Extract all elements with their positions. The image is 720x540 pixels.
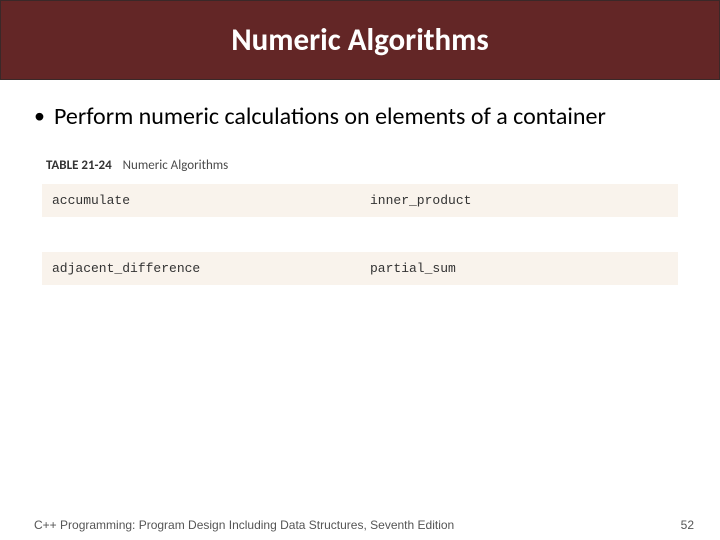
table-row	[42, 218, 678, 252]
slide-title: Numeric Algorithms	[231, 21, 489, 59]
table-title: Numeric Algorithms	[123, 158, 229, 173]
algorithms-table: accumulate inner_product adjacent_differ…	[42, 183, 678, 286]
table-cell	[42, 218, 360, 252]
bullet-item: Perform numeric calculations on elements…	[30, 102, 690, 132]
bullet-list: Perform numeric calculations on elements…	[30, 102, 690, 132]
page-number: 52	[681, 518, 694, 532]
table-cell: adjacent_difference	[42, 252, 360, 286]
book-title: C++ Programming: Program Design Includin…	[34, 518, 454, 532]
table-figure: TABLE 21-24 Numeric Algorithms accumulat…	[42, 158, 678, 286]
table-cell: accumulate	[42, 184, 360, 218]
table-number: TABLE 21-24	[46, 158, 112, 173]
table-cell: partial_sum	[360, 252, 678, 286]
table-cell: inner_product	[360, 184, 678, 218]
title-banner: Numeric Algorithms	[0, 0, 720, 80]
table-cell	[360, 218, 678, 252]
table-row: accumulate inner_product	[42, 184, 678, 218]
table-row: adjacent_difference partial_sum	[42, 252, 678, 286]
content-area: Perform numeric calculations on elements…	[0, 80, 720, 286]
table-caption: TABLE 21-24 Numeric Algorithms	[46, 158, 678, 173]
slide-footer: C++ Programming: Program Design Includin…	[0, 518, 720, 532]
